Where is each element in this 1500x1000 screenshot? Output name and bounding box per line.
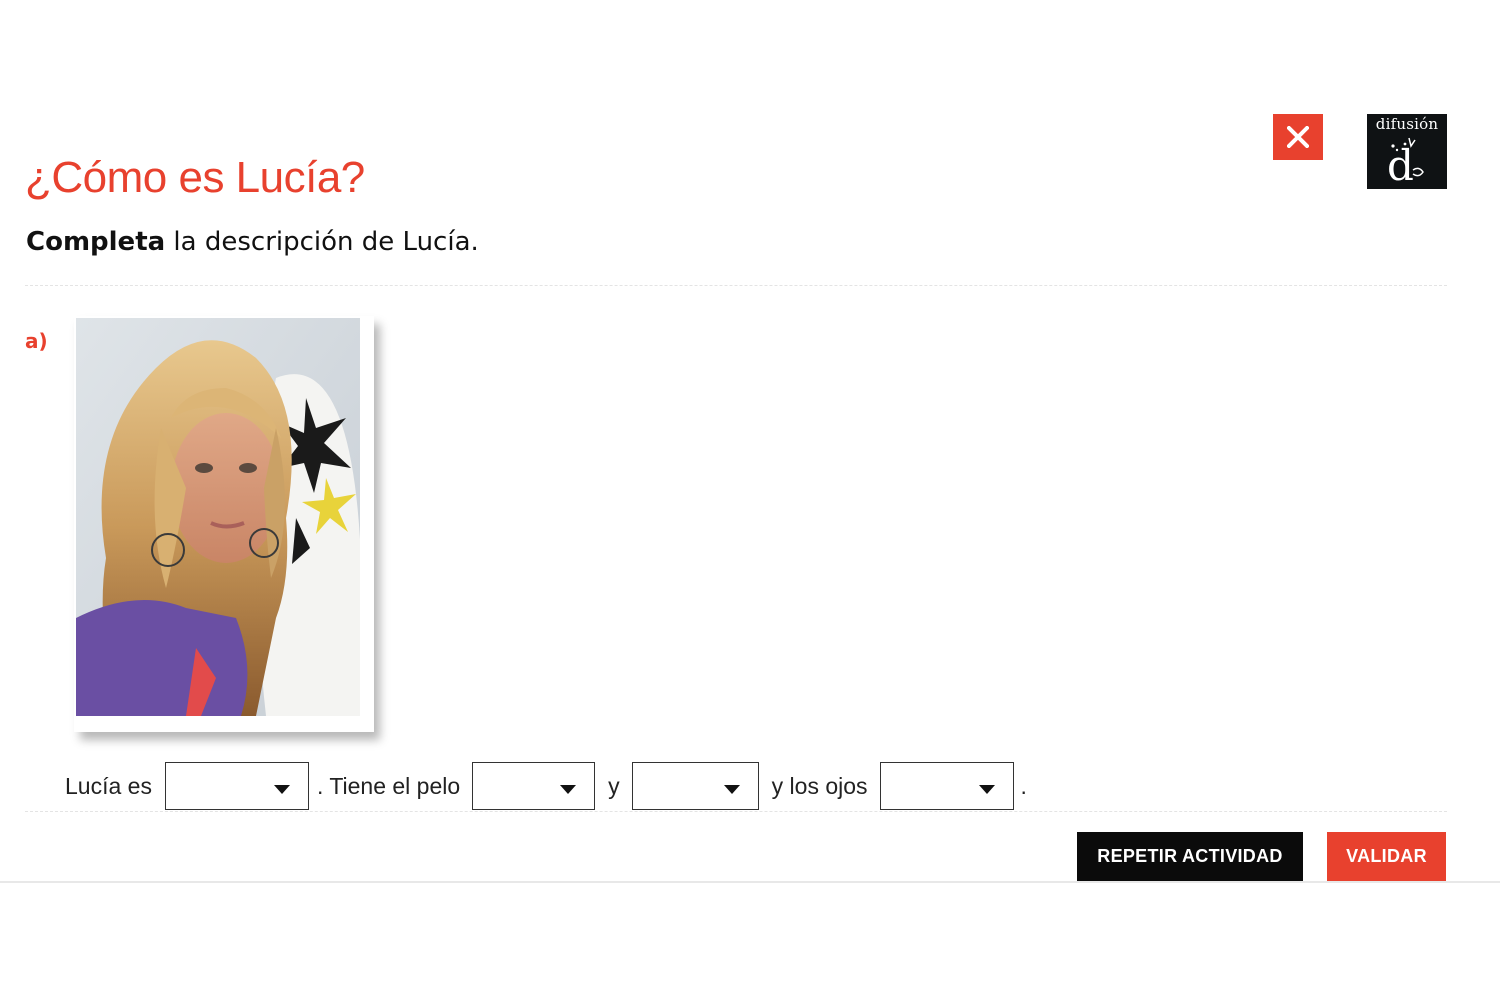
chevron-down-icon — [723, 785, 740, 794]
chevron-down-icon — [978, 785, 995, 794]
item-label: a) — [25, 329, 48, 353]
footer-divider — [0, 881, 1500, 883]
instruction-bold: Completa — [26, 227, 166, 257]
dropdown-pelo-2[interactable] — [631, 762, 759, 810]
sentence-part-5: . — [1020, 772, 1027, 799]
dropdown-ojos[interactable] — [879, 762, 1014, 810]
instruction-text: Completa la descripción de Lucía. — [26, 224, 479, 260]
logo-mark-icon: d — [1387, 137, 1424, 186]
repeat-activity-button[interactable]: REPETIR ACTIVIDAD — [1077, 832, 1303, 881]
validate-button[interactable]: VALIDAR — [1327, 832, 1446, 881]
page-title: ¿Cómo es Lucía? — [25, 153, 365, 202]
close-icon — [1287, 126, 1309, 148]
chevron-down-icon — [560, 785, 577, 794]
divider-bottom — [25, 811, 1447, 812]
sentence-part-2: . Tiene el pelo — [316, 772, 461, 799]
sentence-part-1: Lucía es — [65, 772, 152, 799]
sentence-part-3: y — [608, 772, 620, 799]
dropdown-descripcion[interactable] — [164, 762, 309, 810]
dropdown-pelo-1[interactable] — [472, 762, 596, 810]
activity-page: difusión d ¿Cómo es Lucía? Completa la d… — [0, 0, 1500, 1000]
lucia-photo — [76, 318, 360, 716]
instruction-rest: la descripción de Lucía. — [165, 227, 479, 257]
logo-text: difusión — [1375, 115, 1439, 133]
logo-mark: d — [1387, 141, 1414, 186]
close-button[interactable] — [1273, 114, 1323, 160]
fill-in-sentence: Lucía es . Tiene el pelo y y los ojos . — [65, 761, 1027, 811]
photo-frame — [74, 316, 374, 732]
divider-top — [25, 285, 1447, 286]
chevron-down-icon — [273, 785, 290, 794]
sentence-part-4: y los ojos — [771, 772, 868, 799]
difusion-logo: difusión d — [1367, 114, 1447, 189]
